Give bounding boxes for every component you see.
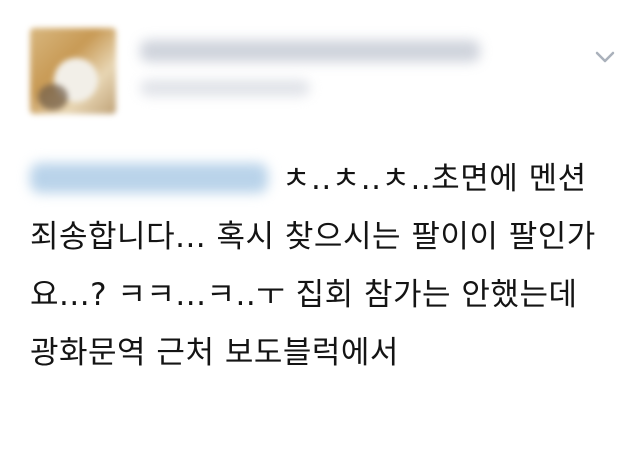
blurred-display-name[interactable] xyxy=(140,40,480,62)
avatar-blur-shape-secondary xyxy=(38,84,68,110)
blurred-mention-link[interactable] xyxy=(30,163,268,193)
tweet-text-container: ㅊ..ㅊ..ㅊ..초면에 멘션 죄송합니다... 혹시 찾으시는 팔이이 팔인가… xyxy=(30,150,615,382)
avatar[interactable] xyxy=(30,28,116,114)
chevron-down-icon[interactable] xyxy=(592,46,618,68)
blurred-username[interactable] xyxy=(140,80,310,96)
tweet-header xyxy=(0,0,640,130)
